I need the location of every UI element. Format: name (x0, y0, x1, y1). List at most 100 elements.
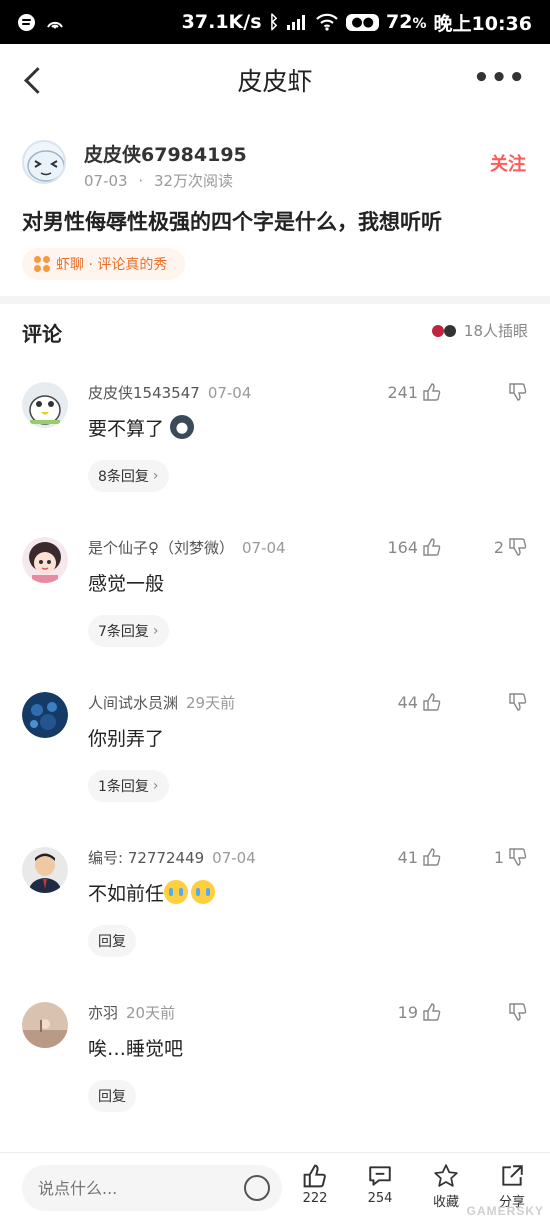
comment-text: 感觉一般 (88, 573, 165, 595)
post-comment-button[interactable]: 254 (357, 1163, 403, 1206)
hotspot-icon (47, 21, 63, 29)
bluetooth-icon: ᛒ (268, 11, 280, 33)
chevron-right-icon: › (152, 778, 159, 794)
comment-item: 是个仙子♀（刘梦微） 07-04 感觉一般 7条回复 › 164 2 (0, 523, 550, 678)
avatar-sunset-icon (22, 1002, 68, 1048)
thumb-up-icon (423, 383, 441, 401)
star-icon (434, 1164, 458, 1187)
post-header: 皮皮侠67984195 07-03 · 32万次阅读 关注 对男性侮辱性极强的四… (0, 126, 550, 296)
clock: 晚上10:36 (433, 12, 532, 35)
post-like-button[interactable]: 222 (292, 1163, 338, 1206)
commenter-name[interactable]: 是个仙子♀（刘梦微） 07-04 (88, 537, 286, 558)
cat-emoji-icon (170, 415, 195, 439)
post-date: 07-03 (84, 172, 128, 190)
bottom-action-bar: 222 254 收藏 分享 GAMERSKY (0, 1152, 550, 1222)
dislike-button[interactable]: 2 (494, 537, 528, 557)
comment-time: 07-04 (242, 539, 286, 557)
commenter-name[interactable]: 人间试水员渊 29天前 (88, 692, 235, 713)
comment-time: 29天前 (186, 694, 236, 712)
emoji-picker-icon[interactable] (244, 1175, 270, 1201)
commenter-avatar[interactable] (22, 382, 68, 428)
nav-bar: 皮皮虾 ••• (0, 44, 550, 116)
like-button[interactable]: 241 (387, 382, 442, 402)
network-speed: 37.1K/s (181, 11, 262, 33)
battery-level: 72% (386, 11, 427, 33)
viewer-count[interactable]: 18人插眼 (431, 320, 528, 341)
thumb-down-icon (509, 1003, 527, 1021)
more-icon[interactable]: ••• (473, 65, 526, 91)
like-button[interactable]: 41 (398, 847, 442, 867)
thumb-down-icon (509, 693, 527, 711)
status-right: 37.1K/s ᛒ ●● 72% 晚上10:36 (182, 9, 532, 36)
like-button[interactable]: 19 (398, 1002, 442, 1022)
dislike-button[interactable] (504, 382, 528, 402)
commenter-name[interactable]: 皮皮侠1543547 07-04 (88, 382, 251, 403)
post-meta: 07-03 · 32万次阅读 (84, 170, 233, 191)
commenter-avatar[interactable] (22, 1002, 68, 1048)
wifi-icon (316, 13, 339, 31)
thumb-up-icon (423, 538, 441, 556)
share-icon (502, 1165, 523, 1186)
thumb-up-icon (423, 1003, 441, 1021)
commenter-avatar[interactable] (22, 847, 68, 893)
reply-button[interactable]: 回复 (88, 925, 136, 957)
thumb-down-icon (509, 383, 527, 401)
back-icon[interactable] (22, 64, 46, 96)
spotify-icon (18, 13, 35, 31)
dislike-button[interactable] (504, 1002, 528, 1022)
favorite-label: 收藏 (432, 1195, 459, 1210)
like-button[interactable]: 44 (398, 692, 442, 712)
commenter-avatar[interactable] (22, 537, 68, 583)
thumb-down-icon (509, 848, 527, 866)
read-count: 32万次阅读 (153, 172, 234, 190)
avatar-water-icon (22, 692, 68, 738)
comment-bubble-icon (369, 1166, 391, 1186)
comment-item: 人间试水员渊 29天前 你别弄了 1条回复 › 44 (0, 678, 550, 833)
status-left (18, 13, 65, 31)
chevron-right-icon: › (152, 468, 159, 484)
chevron-right-icon: › (152, 623, 159, 639)
dislike-button[interactable]: 1 (494, 847, 528, 867)
thumb-up-icon (423, 848, 441, 866)
reply-count-button[interactable]: 1条回复 › (88, 770, 169, 802)
share-button[interactable]: 分享 (489, 1163, 535, 1210)
reply-count-button[interactable]: 7条回复 › (88, 615, 169, 647)
watermark: GAMERSKY (466, 1204, 544, 1218)
author-name[interactable]: 皮皮侠67984195 (84, 140, 247, 167)
post-comment-count: 254 (367, 1191, 393, 1206)
topic-label: 虾聊 · 评论真的秀 (56, 257, 168, 273)
avatar-penguin-icon (22, 382, 68, 428)
comment-input-box[interactable] (22, 1165, 282, 1211)
author-avatar[interactable] (22, 140, 66, 184)
post-title: 对男性侮辱性极强的四个字是什么，我想听听 (22, 210, 442, 234)
comment-time: 20天前 (126, 1004, 176, 1022)
comment-item: 皮皮侠1543547 07-04 要不算了 8条回复 › 241 (0, 368, 550, 523)
crying-emoji-icon (191, 880, 216, 904)
comments-title: 评论 (22, 322, 62, 346)
post-like-count: 222 (302, 1191, 328, 1206)
reply-count-button[interactable]: 8条回复 › (88, 460, 169, 492)
reply-button[interactable]: 回复 (88, 1080, 136, 1112)
comment-item: 编号: 72772449 07-04 不如前任 回复 41 1 (0, 833, 550, 988)
status-bar: 37.1K/s ᛒ ●● 72% 晚上10:36 (0, 0, 550, 44)
thumb-down-icon (509, 538, 527, 556)
signal-icon (287, 15, 306, 30)
comment-text: 唉…睡觉吧 (88, 1038, 184, 1060)
robot-icon: ●● (346, 13, 380, 31)
viewer-count-label: 18人插眼 (463, 322, 528, 340)
avatar-girl-icon (22, 537, 68, 583)
topic-tag[interactable]: 虾聊 · 评论真的秀 (22, 248, 186, 280)
follow-button[interactable]: 关注 (490, 150, 526, 176)
favorite-button[interactable]: 收藏 (423, 1163, 469, 1210)
crying-emoji-icon (164, 880, 189, 904)
commenter-name[interactable]: 编号: 72772449 07-04 (88, 847, 256, 868)
like-button[interactable]: 164 (387, 537, 442, 557)
dislike-button[interactable] (504, 692, 528, 712)
comment-input[interactable] (38, 1178, 228, 1198)
comment-item: 亦羽 20天前 唉…睡觉吧 回复 19 (0, 988, 550, 1143)
thumb-up-icon (303, 1164, 326, 1188)
comments-header: 评论 18人插眼 (0, 304, 550, 356)
topic-icon (34, 256, 50, 272)
commenter-name[interactable]: 亦羽 20天前 (88, 1002, 175, 1023)
commenter-avatar[interactable] (22, 692, 68, 738)
